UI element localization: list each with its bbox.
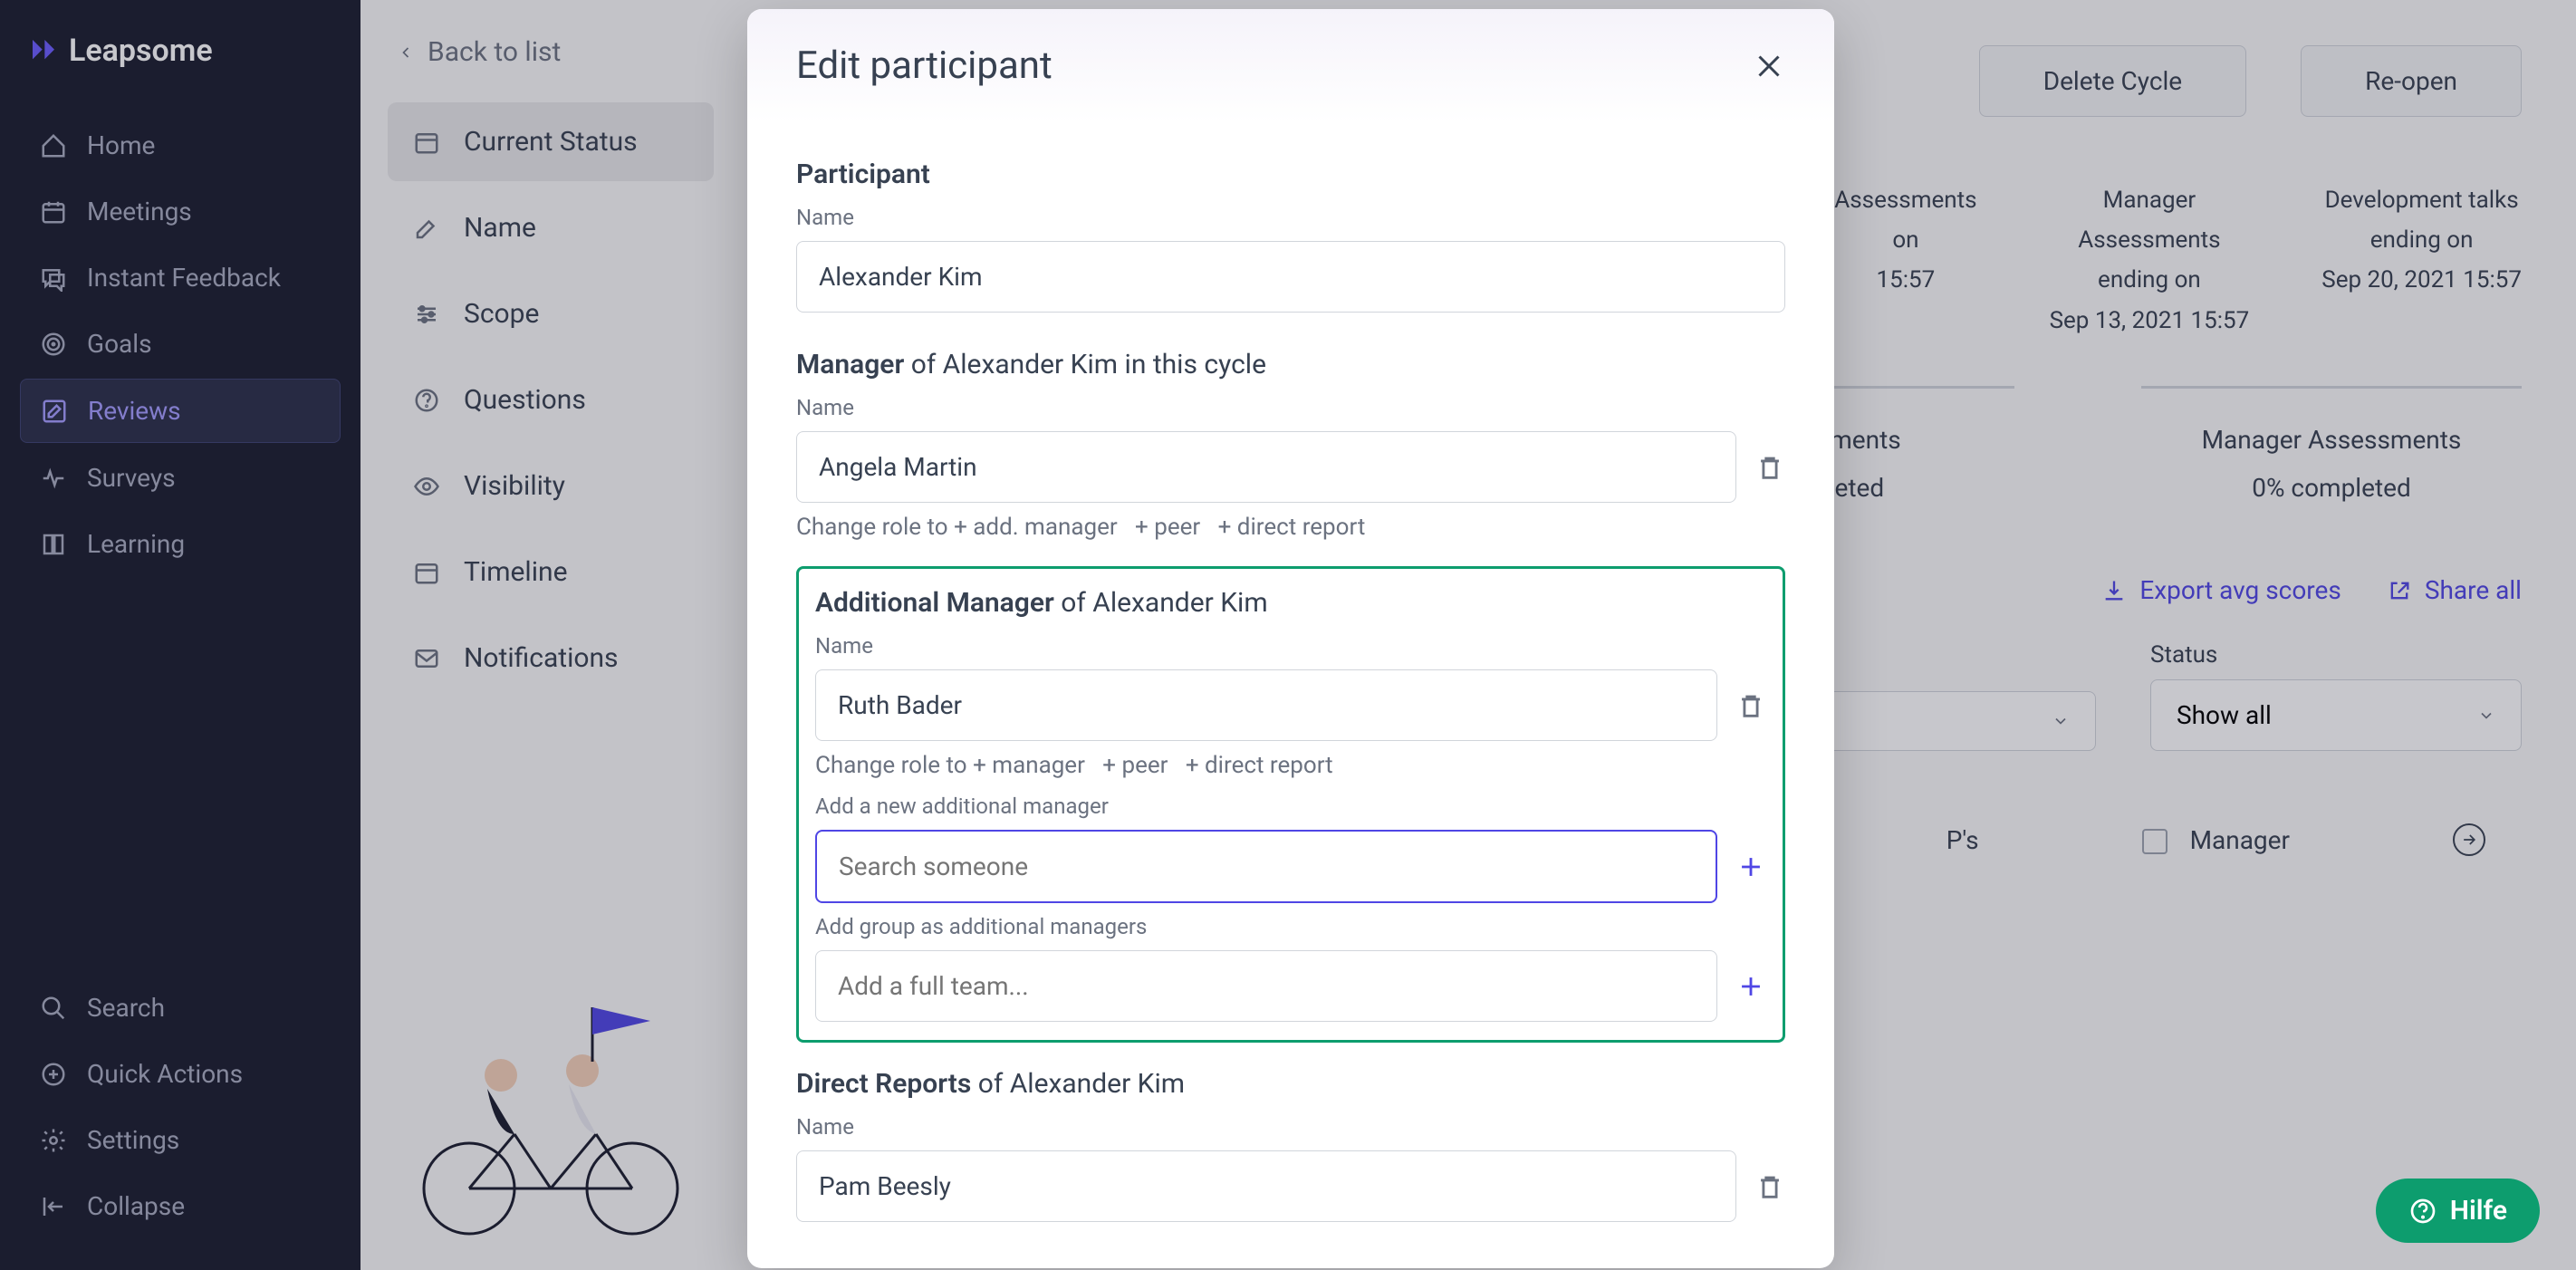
add-group-label: Add group as additional managers — [815, 914, 1766, 939]
participant-name-label: Name — [796, 205, 1785, 230]
direct-reports-heading: Direct Reports of Alexander Kim — [796, 1068, 1785, 1100]
role-manager-link[interactable]: + manager — [973, 752, 1085, 779]
close-icon[interactable] — [1753, 50, 1785, 82]
role-add-manager-link[interactable]: + add. manager — [954, 514, 1118, 541]
manager-heading: Manager of Alexander Kim in this cycle — [796, 349, 1785, 380]
edit-participant-modal: Edit participant Participant Name Manage… — [747, 9, 1834, 1268]
help-label: Hilfe — [2450, 1195, 2507, 1227]
role-direct-report-link[interactable]: + direct report — [1186, 752, 1333, 779]
role-peer-link[interactable]: + peer — [1102, 752, 1168, 779]
manager-name-input[interactable] — [796, 431, 1736, 503]
direct-reports-name-label: Name — [796, 1114, 1785, 1140]
additional-manager-heading: Additional Manager of Alexander Kim — [815, 587, 1766, 619]
plus-icon[interactable] — [1735, 851, 1766, 882]
trash-icon[interactable] — [1754, 1171, 1785, 1202]
add-new-manager-label: Add a new additional manager — [815, 794, 1766, 819]
participant-name-input[interactable] — [796, 241, 1785, 313]
additional-manager-section: Additional Manager of Alexander Kim Name… — [796, 566, 1785, 1043]
help-button[interactable]: Hilfe — [2376, 1179, 2540, 1243]
modal-header: Edit participant — [747, 9, 1834, 122]
manager-role-links: Change role to + add. manager + peer + d… — [796, 514, 1785, 541]
modal-title: Edit participant — [796, 43, 1053, 88]
search-someone-input[interactable] — [815, 830, 1717, 903]
modal-body: Participant Name Manager of Alexander Ki… — [747, 122, 1834, 1268]
role-direct-report-link[interactable]: + direct report — [1218, 514, 1366, 541]
additional-manager-name-input[interactable] — [815, 669, 1717, 741]
additional-manager-name-label: Name — [815, 633, 1766, 659]
participant-heading: Participant — [796, 159, 1785, 190]
role-peer-link[interactable]: + peer — [1135, 514, 1200, 541]
trash-icon[interactable] — [1754, 452, 1785, 483]
add-team-input[interactable] — [815, 950, 1717, 1022]
additional-manager-role-links: Change role to + manager + peer + direct… — [815, 752, 1766, 779]
trash-icon[interactable] — [1735, 690, 1766, 721]
help-icon — [2408, 1197, 2437, 1226]
plus-icon[interactable] — [1735, 971, 1766, 1002]
manager-name-label: Name — [796, 395, 1785, 420]
direct-report-name-input[interactable] — [796, 1150, 1736, 1222]
